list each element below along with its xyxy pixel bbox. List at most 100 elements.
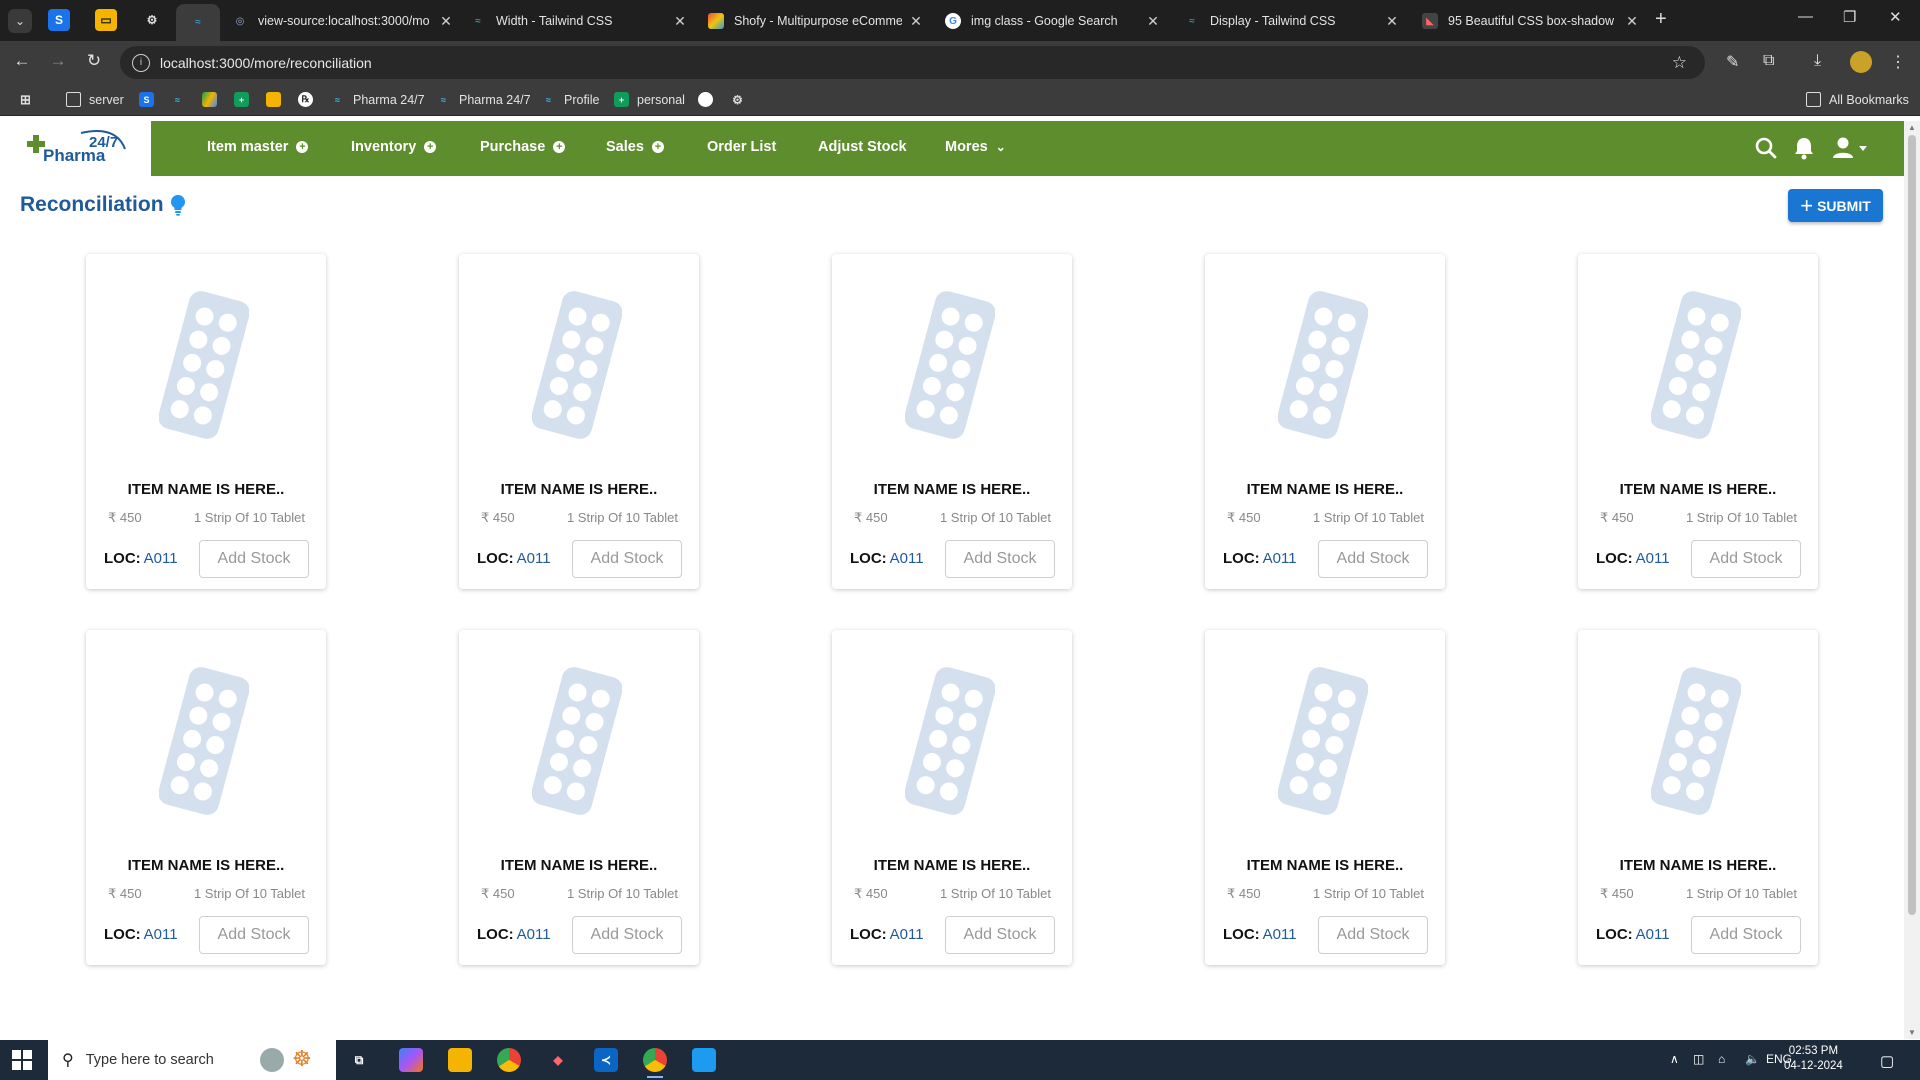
pharma-logo[interactable]: Pharma 24/7 bbox=[0, 121, 151, 176]
item-card[interactable]: ITEM NAME IS HERE.. ₹ 450 1 Strip Of 10 … bbox=[459, 254, 699, 589]
bookmark-drive[interactable] bbox=[202, 92, 217, 107]
tab-5[interactable]: ◣ 95 Beautiful CSS box-shadow e ✕ bbox=[1422, 6, 1640, 36]
scrollbar-thumb[interactable] bbox=[1908, 135, 1916, 915]
bookmark-pharma-1[interactable]: ≈ Pharma 24/7 bbox=[330, 92, 425, 107]
tab-0[interactable]: ◎ view-source:localhost:3000/mo ✕ bbox=[232, 6, 454, 36]
tab-1[interactable]: ≈ Width - Tailwind CSS ✕ bbox=[470, 6, 688, 36]
pen-extension-icon[interactable]: ✎ bbox=[1726, 52, 1739, 72]
user-menu-icon[interactable] bbox=[1832, 136, 1872, 165]
close-tab-icon[interactable]: ✕ bbox=[908, 13, 924, 30]
close-tab-icon[interactable]: ✕ bbox=[1384, 13, 1400, 30]
download-icon[interactable]: ⤓ bbox=[1814, 52, 1821, 70]
close-window-icon[interactable]: ✕ bbox=[1889, 8, 1902, 26]
pinned-tab-skype[interactable]: S bbox=[48, 9, 70, 31]
bookmark-personal[interactable]: + personal bbox=[614, 92, 685, 107]
add-stock-button[interactable]: Add Stock bbox=[1318, 916, 1428, 954]
item-card[interactable]: ITEM NAME IS HERE.. ₹ 450 1 Strip Of 10 … bbox=[1205, 254, 1445, 589]
item-card[interactable]: ITEM NAME IS HERE.. ₹ 450 1 Strip Of 10 … bbox=[1205, 630, 1445, 965]
extensions-icon[interactable]: ⧉ bbox=[1763, 52, 1774, 70]
search-icon[interactable] bbox=[1754, 136, 1778, 165]
nav-item-master[interactable]: Item master + bbox=[207, 139, 309, 155]
close-tab-icon[interactable]: ✕ bbox=[672, 13, 688, 30]
bookmark-slides[interactable] bbox=[266, 92, 281, 107]
tab-current[interactable]: ≈ bbox=[176, 4, 220, 41]
nav-order-list[interactable]: Order List bbox=[707, 139, 776, 155]
tray-app-icon[interactable]: ◫ bbox=[1693, 1052, 1704, 1066]
new-tab-button[interactable]: + bbox=[1655, 8, 1667, 31]
item-card[interactable]: ITEM NAME IS HERE.. ₹ 450 1 Strip Of 10 … bbox=[86, 630, 326, 965]
task-view-icon[interactable]: ⧉ bbox=[347, 1048, 371, 1072]
add-stock-button[interactable]: Add Stock bbox=[572, 540, 682, 578]
copilot-icon[interactable] bbox=[399, 1048, 423, 1072]
chrome-icon[interactable] bbox=[497, 1048, 521, 1072]
tab-4[interactable]: ≈ Display - Tailwind CSS ✕ bbox=[1184, 6, 1400, 36]
close-tab-icon[interactable]: ✕ bbox=[438, 13, 454, 30]
close-tab-icon[interactable]: ✕ bbox=[1624, 13, 1640, 30]
add-stock-button[interactable]: Add Stock bbox=[1691, 916, 1801, 954]
bookmark-github[interactable] bbox=[698, 92, 713, 107]
item-card[interactable]: ITEM NAME IS HERE.. ₹ 450 1 Strip Of 10 … bbox=[1578, 254, 1818, 589]
tab-3[interactable]: G img class - Google Search ✕ bbox=[945, 6, 1161, 36]
item-card[interactable]: ITEM NAME IS HERE.. ₹ 450 1 Strip Of 10 … bbox=[832, 254, 1072, 589]
bookmark-skype[interactable]: S bbox=[139, 92, 154, 107]
item-card[interactable]: ITEM NAME IS HERE.. ₹ 450 1 Strip Of 10 … bbox=[832, 630, 1072, 965]
apps-grid-icon[interactable]: ⊞ bbox=[18, 92, 33, 107]
taskbar-clock[interactable]: 02:53 PM 04-12-2024 bbox=[1784, 1044, 1843, 1074]
bookmark-tailwind[interactable]: ≈ bbox=[170, 92, 185, 107]
nav-inventory[interactable]: Inventory + bbox=[351, 139, 437, 155]
nav-mores[interactable]: Mores ⌄ bbox=[945, 139, 1006, 155]
nav-adjust-stock[interactable]: Adjust Stock bbox=[818, 139, 907, 155]
minimize-icon[interactable]: — bbox=[1798, 8, 1813, 25]
bookmark-profile[interactable]: ≈ Profile bbox=[541, 92, 599, 107]
back-icon[interactable]: ← bbox=[10, 51, 34, 71]
add-stock-button[interactable]: Add Stock bbox=[945, 916, 1055, 954]
close-tab-icon[interactable]: ✕ bbox=[1145, 13, 1161, 30]
pinned-tab-slides[interactable]: ▭ bbox=[95, 9, 117, 31]
tray-chevron-up-icon[interactable]: ∧ bbox=[1670, 1052, 1679, 1066]
submit-button[interactable]: + SUBMIT bbox=[1788, 189, 1883, 222]
add-stock-button[interactable]: Add Stock bbox=[572, 916, 682, 954]
taskbar-search-input[interactable]: ⚲ Type here to search ☸ bbox=[48, 1040, 336, 1080]
scroll-down-icon[interactable]: ▼ bbox=[1908, 1028, 1916, 1037]
add-stock-button[interactable]: Add Stock bbox=[199, 540, 309, 578]
bell-icon[interactable] bbox=[1793, 136, 1815, 165]
add-stock-button[interactable]: Add Stock bbox=[199, 916, 309, 954]
add-stock-button[interactable]: Add Stock bbox=[1691, 540, 1801, 578]
page-scrollbar[interactable]: ▲ ▼ bbox=[1904, 121, 1920, 1039]
fish-app-icon[interactable]: ◆ bbox=[546, 1048, 570, 1072]
bookmark-star-icon[interactable]: ☆ bbox=[1672, 53, 1687, 73]
item-card[interactable]: ITEM NAME IS HERE.. ₹ 450 1 Strip Of 10 … bbox=[86, 254, 326, 589]
address-bar[interactable]: i localhost:3000/more/reconciliation ☆ bbox=[120, 46, 1705, 79]
tab-2[interactable]: Shofy - Multipurpose eCommer ✕ bbox=[708, 6, 924, 36]
file-explorer-icon[interactable] bbox=[448, 1048, 472, 1072]
add-stock-button[interactable]: Add Stock bbox=[1318, 540, 1428, 578]
forward-icon[interactable]: → bbox=[46, 51, 70, 71]
bookmark-sheets[interactable]: + bbox=[234, 92, 249, 107]
reload-icon[interactable]: ↻ bbox=[82, 51, 106, 71]
paint-app-icon[interactable] bbox=[692, 1048, 716, 1072]
vscode-icon[interactable]: ≺ bbox=[594, 1048, 618, 1072]
restore-icon[interactable]: ❐ bbox=[1843, 8, 1856, 26]
all-bookmarks[interactable]: All Bookmarks bbox=[1806, 92, 1909, 107]
bookmark-server[interactable]: server bbox=[66, 92, 124, 107]
site-info-icon[interactable]: i bbox=[132, 53, 150, 72]
bookmark-openai[interactable]: ⚙ bbox=[730, 92, 745, 107]
bookmark-rx[interactable]: ℞ bbox=[298, 92, 313, 107]
tab-search-button[interactable]: ⌄ bbox=[8, 9, 32, 33]
add-stock-button[interactable]: Add Stock bbox=[945, 540, 1055, 578]
item-card[interactable]: ITEM NAME IS HERE.. ₹ 450 1 Strip Of 10 … bbox=[1578, 630, 1818, 965]
network-icon[interactable]: ⌂ bbox=[1718, 1052, 1725, 1066]
chrome-active-icon[interactable] bbox=[643, 1048, 667, 1078]
chrome-menu-icon[interactable]: ⋮ bbox=[1890, 52, 1906, 72]
nav-purchase[interactable]: Purchase + bbox=[480, 139, 566, 155]
item-card[interactable]: ITEM NAME IS HERE.. ₹ 450 1 Strip Of 10 … bbox=[459, 630, 699, 965]
notification-icon[interactable]: ▢ bbox=[1880, 1052, 1894, 1070]
scroll-up-icon[interactable]: ▲ bbox=[1908, 123, 1916, 132]
bookmark-pharma-2[interactable]: ≈ Pharma 24/7 bbox=[436, 92, 531, 107]
nav-sales[interactable]: Sales + bbox=[606, 139, 664, 155]
pinned-tab-openai[interactable]: ⚙ bbox=[141, 9, 163, 31]
url-text[interactable]: localhost:3000/more/reconciliation bbox=[160, 55, 372, 71]
windows-start-icon[interactable] bbox=[12, 1050, 32, 1070]
lightbulb-icon[interactable] bbox=[170, 194, 186, 216]
profile-avatar[interactable] bbox=[1850, 51, 1872, 73]
